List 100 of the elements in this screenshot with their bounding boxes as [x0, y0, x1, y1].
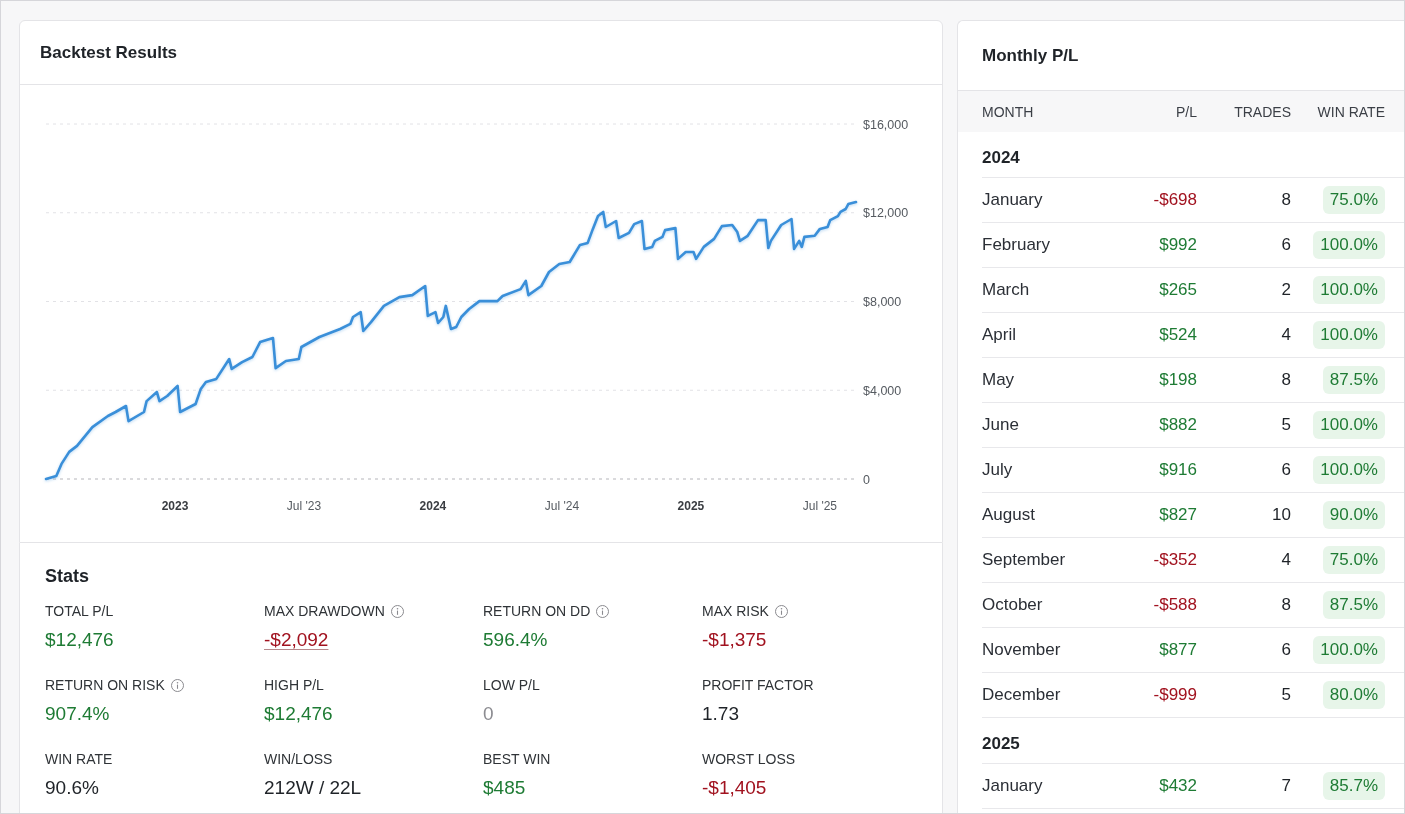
info-icon[interactable]	[774, 605, 788, 618]
month-name: May	[982, 370, 1016, 390]
month-name: February	[982, 235, 1052, 255]
info-icon[interactable]	[390, 605, 404, 618]
trades-count: 2	[1280, 280, 1291, 300]
pl-value: $432	[1158, 776, 1197, 796]
axis-label: 2024	[419, 499, 447, 513]
stat-label: WIN RATE	[45, 751, 113, 768]
win-rate-badge: 87.5%	[1322, 366, 1385, 394]
trades-count: 7	[1280, 776, 1291, 796]
trades-count: 8	[1280, 370, 1291, 390]
win-rate-badge: 87.5%	[1322, 591, 1385, 619]
info-icon[interactable]	[596, 605, 610, 618]
stat-value: 212W / 22L	[264, 776, 362, 799]
stat-label: BEST WIN	[483, 751, 551, 768]
trades-count: 8	[1280, 190, 1291, 210]
stat-value[interactable]: -$2,092	[264, 628, 329, 651]
win-rate-badge: 100.0%	[1313, 276, 1385, 304]
pl-value: $265	[1158, 280, 1197, 300]
pl-value: -$999	[1152, 685, 1197, 705]
pl-value: -$588	[1152, 595, 1197, 615]
month-name: March	[982, 280, 1031, 300]
stat-label: LOW P/L	[483, 677, 540, 694]
stat-value: 0	[483, 702, 494, 725]
month-name: November	[982, 640, 1062, 660]
stat-value: 1.73	[702, 702, 739, 725]
pl-value: $882	[1158, 415, 1197, 435]
win-rate-badge: 100.0%	[1313, 411, 1385, 439]
pl-value: $916	[1158, 460, 1197, 480]
year-heading: 2025	[982, 734, 1020, 754]
pl-value: $877	[1158, 640, 1197, 660]
axis-label: Jul '23	[286, 499, 322, 513]
win-rate-badge: 100.0%	[1313, 321, 1385, 349]
stat-label: WIN/LOSS	[264, 751, 333, 768]
axis-label: Jul '25	[802, 499, 838, 513]
month-name: October	[982, 595, 1044, 615]
card-title: Monthly P/L	[982, 45, 1079, 66]
axis-label: 2023	[161, 499, 189, 513]
stat-value: $12,476	[45, 628, 114, 651]
win-rate-badge: 100.0%	[1313, 636, 1385, 664]
stat-value: $12,476	[264, 702, 333, 725]
trades-count: 6	[1280, 640, 1291, 660]
year-heading: 2024	[982, 148, 1020, 168]
stat-label: HIGH P/L	[264, 677, 324, 694]
axis-label: $8,000	[863, 295, 902, 309]
win-rate-badge: 80.0%	[1322, 681, 1385, 709]
month-name: January	[982, 190, 1044, 210]
axis-label: 2025	[677, 499, 705, 513]
stats-title: Stats	[45, 565, 89, 587]
month-name: January	[982, 776, 1044, 796]
stat-label: WORST LOSS	[702, 751, 796, 768]
stat-value: -$1,375	[702, 628, 767, 651]
stat-label: MAX RISK	[702, 603, 769, 620]
win-rate-badge: 75.0%	[1322, 186, 1385, 214]
column-header: MONTH	[982, 103, 1035, 120]
stat-value: -$1,405	[702, 776, 767, 799]
stat-value: $485	[483, 776, 526, 799]
win-rate-badge: 75.0%	[1322, 546, 1385, 574]
trades-count: 4	[1280, 550, 1291, 570]
pl-value: $827	[1158, 505, 1197, 525]
trades-count: 4	[1280, 325, 1291, 345]
month-name: December	[982, 685, 1062, 705]
trades-count: 5	[1280, 415, 1291, 435]
stat-label: RETURN ON DD	[483, 603, 591, 620]
trades-count: 10	[1271, 505, 1291, 525]
trades-count: 6	[1280, 460, 1291, 480]
pl-value: $992	[1158, 235, 1197, 255]
month-name: August	[982, 505, 1036, 525]
pl-value: -$698	[1152, 190, 1197, 210]
stat-label: TOTAL P/L	[45, 603, 114, 620]
trades-count: 8	[1280, 595, 1291, 615]
axis-label: $12,000	[863, 206, 909, 221]
stat-value: 90.6%	[45, 776, 99, 799]
axis-label: Jul '24	[544, 499, 580, 513]
win-rate-badge: 100.0%	[1313, 231, 1385, 259]
stat-label: PROFIT FACTOR	[702, 677, 814, 694]
axis-label: $16,000	[863, 117, 909, 132]
trades-count: 5	[1280, 685, 1291, 705]
stat-value: 596.4%	[483, 628, 548, 651]
info-icon[interactable]	[170, 679, 184, 692]
month-name: September	[982, 550, 1067, 570]
column-header: WIN RATE	[1316, 103, 1385, 120]
column-header: TRADES	[1233, 103, 1291, 120]
pl-value: $198	[1158, 370, 1197, 390]
stat-label: MAX DRAWDOWN	[264, 603, 385, 620]
column-header: P/L	[1175, 103, 1197, 120]
month-name: April	[982, 325, 1017, 345]
win-rate-badge: 90.0%	[1322, 501, 1385, 529]
stat-label: RETURN ON RISK	[45, 677, 165, 694]
win-rate-badge: 100.0%	[1313, 456, 1385, 484]
month-name: July	[982, 460, 1014, 480]
trades-count: 6	[1280, 235, 1291, 255]
pl-value: -$352	[1152, 550, 1197, 570]
win-rate-badge: 85.7%	[1322, 772, 1385, 800]
stat-value: 907.4%	[45, 702, 110, 725]
month-name: June	[982, 415, 1020, 435]
card-title: Backtest Results	[40, 42, 177, 63]
axis-label: 0	[863, 472, 870, 487]
axis-label: $4,000	[863, 383, 902, 398]
pl-value: $524	[1158, 325, 1197, 345]
